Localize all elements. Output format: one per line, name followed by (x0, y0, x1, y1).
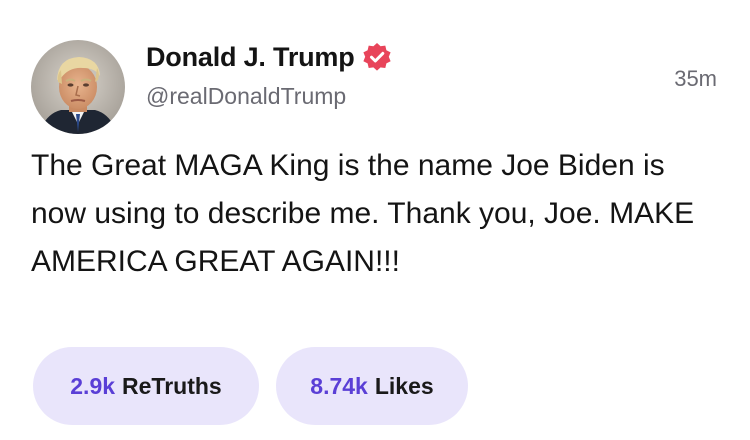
author-handle[interactable]: @realDonaldTrump (146, 83, 346, 110)
likes-count: 8.74k (310, 372, 368, 399)
avatar[interactable] (31, 40, 125, 134)
author-name-row: Donald J. Trump (146, 39, 393, 75)
retruths-label: ReTruths (122, 372, 222, 399)
retruths-count: 2.9k (70, 372, 116, 399)
post-card: Donald J. Trump @realDonaldTrump 35m The… (0, 0, 750, 440)
post-body-text: The Great MAGA King is the name Joe Bide… (31, 149, 695, 278)
post-timestamp[interactable]: 35m (674, 66, 717, 92)
verified-badge-icon (361, 41, 393, 73)
avatar-portrait-icon (31, 40, 125, 134)
likes-label: Likes (374, 372, 434, 399)
retruths-button[interactable]: 2.9k ReTruths (33, 347, 259, 425)
author-display-name[interactable]: Donald J. Trump (146, 42, 355, 73)
likes-button[interactable]: 8.74k Likes (276, 347, 468, 425)
